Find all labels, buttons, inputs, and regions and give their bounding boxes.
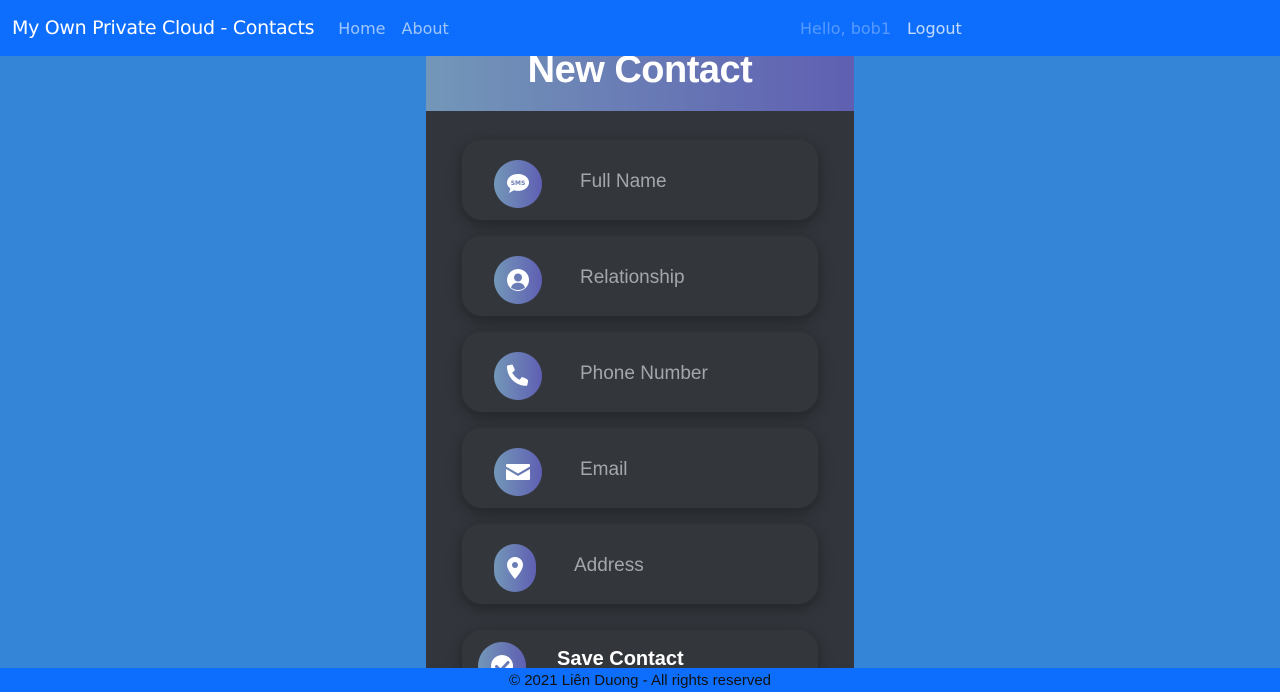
nav-user-area: Hello, bob1 Logout bbox=[800, 0, 962, 56]
address-input[interactable] bbox=[574, 550, 794, 582]
full-name-input[interactable] bbox=[580, 166, 800, 198]
phone-number-field bbox=[462, 332, 818, 412]
email-field bbox=[462, 428, 818, 508]
phone-number-input[interactable] bbox=[580, 358, 800, 390]
nav-links: Home About bbox=[338, 19, 449, 38]
phone-icon bbox=[494, 352, 542, 400]
address-field bbox=[462, 524, 818, 604]
email-input[interactable] bbox=[580, 454, 800, 486]
logout-link[interactable]: Logout bbox=[907, 19, 962, 38]
page-title: New Contact bbox=[527, 49, 753, 91]
relationship-field bbox=[462, 236, 818, 316]
map-marker-icon bbox=[494, 544, 536, 592]
full-name-field: SMS bbox=[462, 140, 818, 220]
relationship-input[interactable] bbox=[580, 262, 800, 294]
envelope-icon bbox=[494, 448, 542, 496]
nav-link-about[interactable]: About bbox=[402, 19, 449, 38]
user-circle-icon bbox=[494, 256, 542, 304]
brand-title[interactable]: My Own Private Cloud - Contacts bbox=[12, 17, 315, 39]
footer: © 2021 Liên Duong - All rights reserved bbox=[0, 668, 1280, 692]
sms-icon: SMS bbox=[494, 160, 542, 208]
copyright-text: © 2021 Liên Duong - All rights reserved bbox=[508, 671, 772, 689]
svg-text:SMS: SMS bbox=[511, 180, 526, 187]
user-greeting: Hello, bob1 bbox=[800, 18, 892, 38]
new-contact-card: New Contact SMS Full Name Relationship P… bbox=[426, 40, 854, 692]
nav-link-home[interactable]: Home bbox=[338, 19, 385, 38]
navbar: My Own Private Cloud - Contacts Home Abo… bbox=[0, 0, 1280, 56]
